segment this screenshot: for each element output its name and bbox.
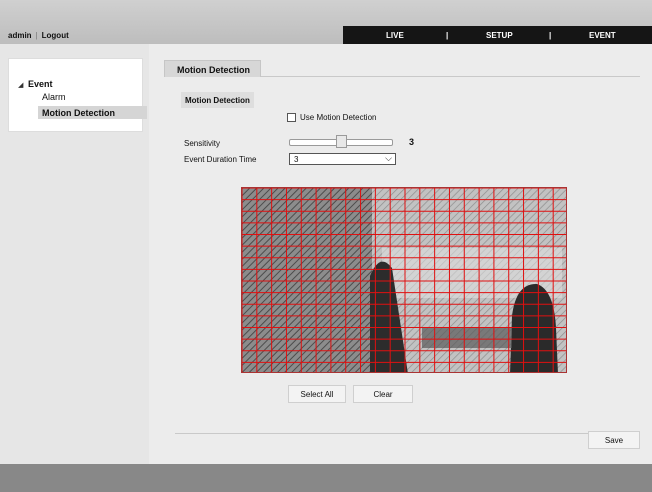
sensitivity-slider-thumb[interactable] [335,135,347,148]
sidebar-tree: ◢ Event Alarm Motion Detection [8,58,147,132]
username: admin [8,31,32,40]
select-all-button[interactable]: Select All [288,385,346,403]
chevron-down-icon: ⌵ [385,153,392,163]
nav-separator: | [446,31,449,40]
user-area: admin | Logout [8,31,69,40]
footer-bar [0,464,652,492]
sensitivity-label: Sensitivity [184,139,221,148]
save-button[interactable]: Save [588,431,640,449]
top-bar: admin | Logout LIVE | SETUP | EVENT [0,0,652,44]
sidebar-item-alarm[interactable]: Alarm [42,92,66,102]
user-separator: | [35,31,38,40]
nav-live[interactable]: LIVE [386,31,404,40]
use-motion-checkbox[interactable] [287,113,296,122]
duration-label: Event Duration Time [184,155,257,164]
duration-select-value: 3 [294,155,299,164]
logout-link[interactable]: Logout [42,31,69,40]
sensitivity-value: 3 [409,137,415,147]
use-motion-label: Use Motion Detection [300,113,377,122]
nav-setup[interactable]: SETUP [486,31,513,40]
bottom-divider [175,433,588,434]
main-panel: Motion Detection Motion Detection Use Mo… [149,44,652,464]
top-nav: LIVE | SETUP | EVENT [343,26,652,44]
section-title: Motion Detection [181,92,254,108]
scene-table [422,328,512,348]
motion-area-grid[interactable] [241,187,567,373]
nav-event[interactable]: EVENT [589,31,616,40]
duration-select[interactable]: 3 ⌵ [289,153,396,165]
nav-separator: | [549,31,552,40]
sidebar: ◢ Event Alarm Motion Detection [0,44,149,464]
collapse-triangle-icon[interactable]: ◢ [18,81,23,89]
motion-grid-svg[interactable] [242,188,567,373]
tab-motion-detection[interactable]: Motion Detection [164,60,261,77]
sidebar-item-motion-detection[interactable]: Motion Detection [38,106,147,119]
sidebar-item-event[interactable]: Event [28,79,53,89]
clear-button[interactable]: Clear [353,385,413,403]
